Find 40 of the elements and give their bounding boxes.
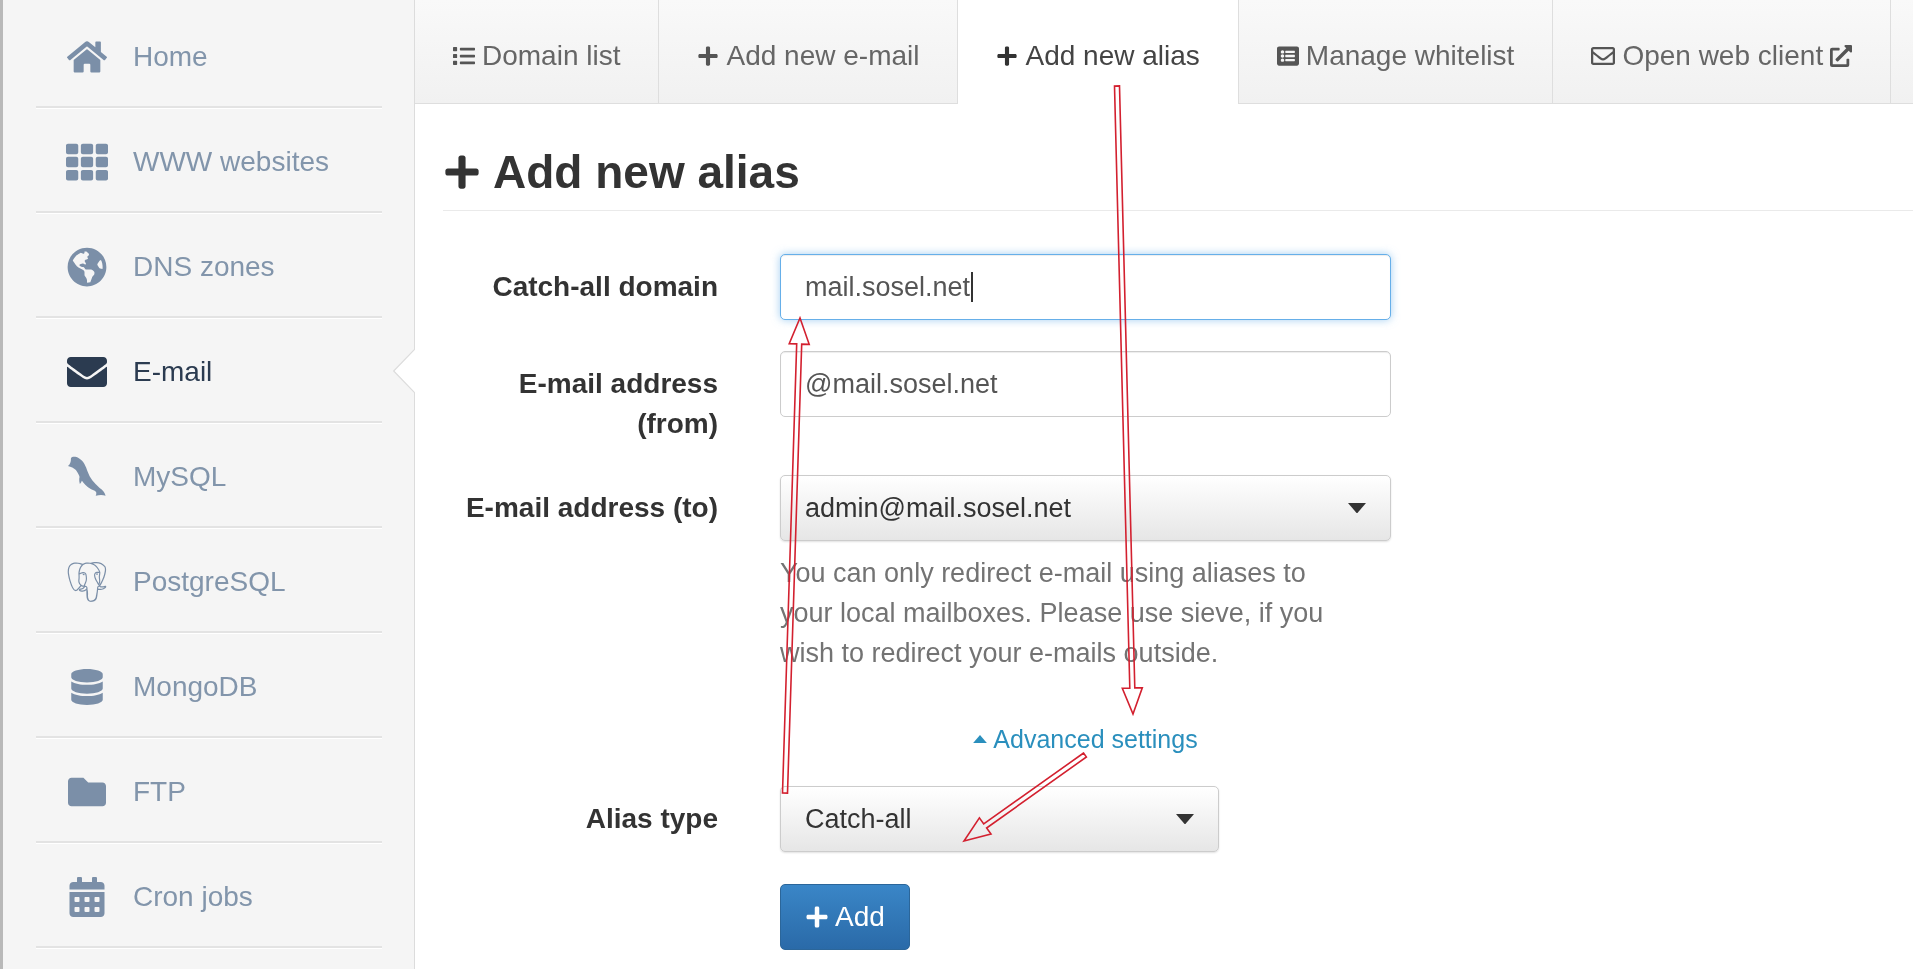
list-icon <box>453 45 475 67</box>
tab[interactable]: Manage whitelist <box>1238 0 1554 104</box>
plus-icon <box>805 905 829 929</box>
calendar-icon <box>67 876 107 917</box>
tab[interactable]: Add new alias <box>958 0 1239 104</box>
database-icon <box>69 668 105 705</box>
tab[interactable]: Domain list <box>415 0 660 104</box>
elephant-icon <box>67 561 107 602</box>
caret-down-icon <box>1348 502 1366 514</box>
field-label: Catch-all domain <box>491 270 718 304</box>
input-field[interactable]: mail.sosel.net <box>780 254 1391 320</box>
dolphin-icon <box>67 454 107 499</box>
caret-down-icon <box>1176 813 1194 825</box>
sidebar-item[interactable]: PostgreSQL <box>3 529 415 634</box>
plus-icon <box>443 153 481 191</box>
input-field[interactable]: @mail.sosel.net <box>780 351 1391 417</box>
plus-icon <box>697 45 720 67</box>
sidebar-item[interactable]: MySQL <box>3 424 415 529</box>
field-label: E-mail address (to) <box>464 491 718 525</box>
dropdown[interactable]: Catch-all <box>780 786 1219 852</box>
sidebar-item[interactable]: FTP <box>3 739 415 844</box>
add-button[interactable]: Add <box>780 884 910 950</box>
sidebar-item[interactable]: WWW websites <box>3 109 415 214</box>
tab[interactable]: Open web client <box>1553 0 1892 104</box>
advanced-settings-link[interactable]: Advanced settings <box>973 721 1198 757</box>
field-label: Alias type <box>584 802 718 836</box>
page-title: Add new alias <box>493 145 800 200</box>
sidebar-item[interactable]: Home <box>3 4 415 109</box>
sidebar-item[interactable]: E-mail <box>3 319 415 424</box>
plus-icon <box>996 45 1019 67</box>
text-cursor-icon <box>971 272 974 302</box>
globe-icon <box>67 246 107 287</box>
list-icon <box>1276 45 1299 67</box>
field-label: E-mail address (from) <box>517 367 718 441</box>
envelope-icon <box>1591 44 1616 68</box>
sidebar-item[interactable]: MongoDB <box>3 634 415 739</box>
sidebar-item[interactable]: DNS zones <box>3 214 415 319</box>
dropdown[interactable]: admin@mail.sosel.net <box>780 475 1391 541</box>
external-link-icon <box>1830 45 1853 67</box>
sidebar-item[interactable]: Cron jobs <box>3 844 415 949</box>
